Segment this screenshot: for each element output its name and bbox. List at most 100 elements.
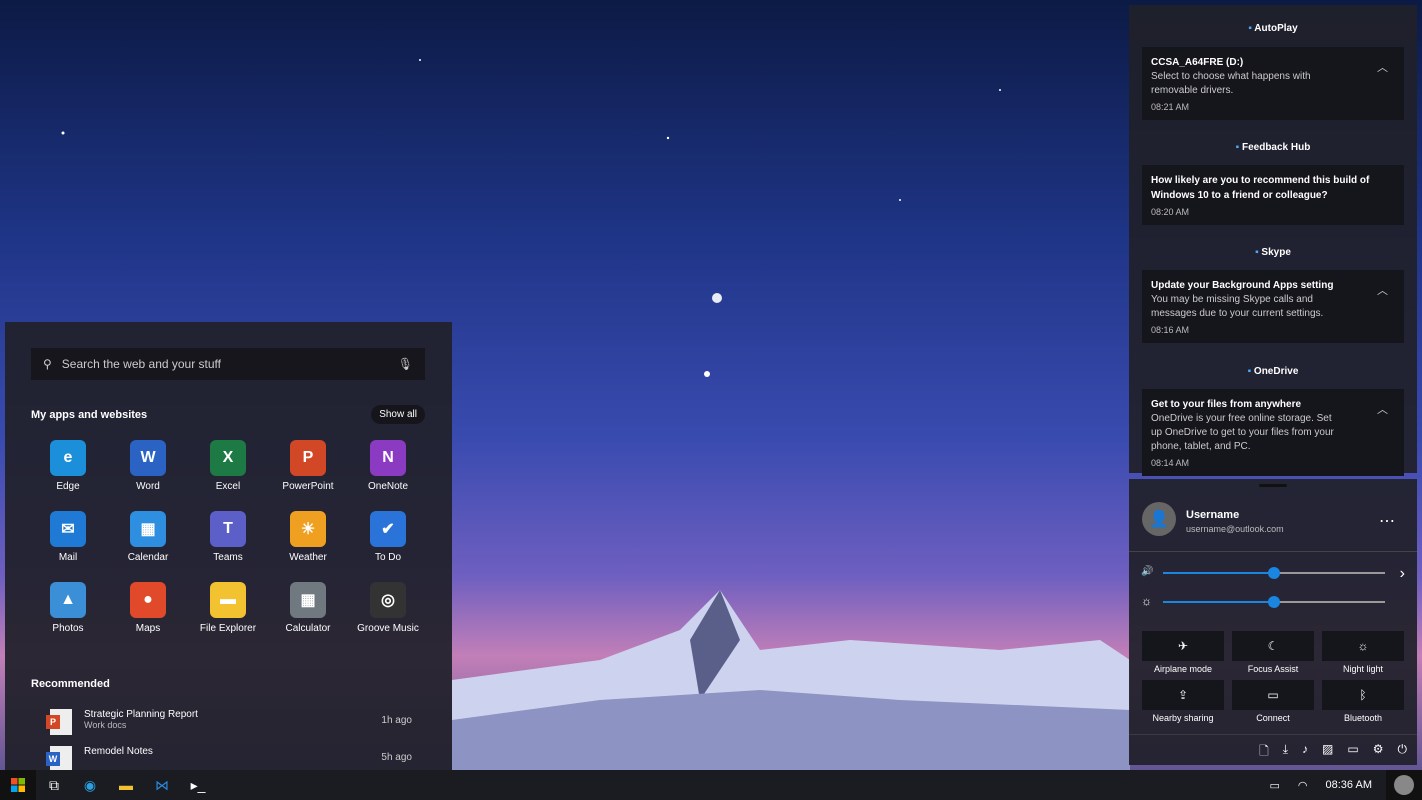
notification-title: Get to your files from anywhere — [1151, 399, 1302, 410]
notification-app-header: ▪ AutoPlay — [1248, 23, 1298, 34]
app-tile[interactable]: W Word — [108, 440, 188, 511]
app-tile[interactable]: N OneNote — [348, 440, 428, 511]
edge-icon[interactable]: ◉ — [72, 770, 108, 800]
app-icon: P — [290, 440, 326, 476]
app-label: Teams — [213, 552, 243, 563]
divider — [1129, 551, 1417, 552]
app-icon: ✔ — [370, 511, 406, 547]
chevron-up-icon[interactable]: ︿ — [1377, 401, 1388, 417]
notification-app-header: ▪ Feedback Hub — [1235, 142, 1311, 153]
app-tile[interactable]: ✉ Mail — [28, 511, 108, 582]
app-label: Weather — [289, 552, 327, 563]
download-icon[interactable]: ⤓ — [1283, 742, 1288, 763]
video-icon[interactable]: ▭ — [1347, 742, 1358, 763]
quick-tile[interactable]: ᛒ — [1322, 680, 1404, 710]
app-tile[interactable]: ▦ Calculator — [268, 582, 348, 653]
microphone-icon[interactable]: 🎙 — [398, 357, 413, 371]
notification-card[interactable]: How likely are you to recommend this bui… — [1142, 165, 1404, 225]
more-options-icon[interactable]: ⋯ — [1379, 511, 1395, 531]
app-icon: ▲ — [50, 582, 86, 618]
drag-handle[interactable] — [1259, 484, 1287, 487]
tile-icon: ▭ — [1267, 688, 1279, 702]
app-icon: ▦ — [130, 511, 166, 547]
notification-body: You may be missing Skype calls and messa… — [1151, 294, 1324, 319]
item-time: 5h ago — [381, 752, 412, 763]
notification-card[interactable]: Get to your files from anywhere OneDrive … — [1142, 389, 1404, 476]
recommended-item[interactable]: W Remodel Notes 5h ago — [46, 746, 412, 772]
tile-label: Bluetooth — [1343, 713, 1383, 723]
app-tile[interactable]: ☀ Weather — [268, 511, 348, 582]
app-tile[interactable]: ▦ Calendar — [108, 511, 188, 582]
chevron-right-icon[interactable]: › — [1400, 565, 1405, 583]
app-icon: N — [370, 440, 406, 476]
quick-tile[interactable]: ☾ — [1232, 631, 1314, 661]
app-tile[interactable]: ▬ File Explorer — [188, 582, 268, 653]
search-input[interactable]: ⚲ Search the web and your stuff 🎙 — [31, 348, 425, 380]
terminal-icon[interactable]: ▸_ — [180, 770, 216, 800]
music-icon[interactable]: ♪ — [1302, 742, 1308, 763]
divider — [1129, 734, 1417, 735]
app-icon: ✉ — [50, 511, 86, 547]
file-explorer-icon[interactable]: ▬ — [108, 770, 144, 800]
app-tile[interactable]: ✔ To Do — [348, 511, 428, 582]
app-tile[interactable]: ◎ Groove Music — [348, 582, 428, 653]
recommended-item[interactable]: P Strategic Planning Report Work docs 1h ag… — [46, 709, 412, 735]
quick-tile[interactable]: ✈ — [1142, 631, 1224, 661]
app-label: Mail — [58, 552, 78, 563]
app-tile[interactable]: X Excel — [188, 440, 268, 511]
notification-title: How likely are you to recommend this bui… — [1151, 175, 1370, 201]
app-icon: e — [50, 440, 86, 476]
search-placeholder: Search the web and your stuff — [61, 357, 222, 371]
notification-card[interactable]: Update your Background Apps setting You m… — [1142, 270, 1404, 343]
notification-body: Select to choose what happens with remov… — [1151, 71, 1311, 96]
clock[interactable]: 08:36 AM — [1326, 779, 1372, 791]
quick-tile[interactable]: ▭ — [1232, 680, 1314, 710]
start-button[interactable] — [0, 770, 36, 800]
app-tile[interactable]: ▲ Photos — [28, 582, 108, 653]
notification-center: ▪ AutoPlay CCSA_A64FRE (D:) Select to choo… — [1129, 5, 1417, 476]
email: username@outlook.com — [1186, 524, 1284, 534]
quick-tile[interactable]: ⇪ — [1142, 680, 1224, 710]
app-tile[interactable]: e Edge — [28, 440, 108, 511]
app-label: Photos — [52, 623, 84, 634]
vscode-icon[interactable]: ⋈ — [144, 770, 180, 800]
settings-icon[interactable]: ⚙ — [1373, 742, 1384, 763]
notification-time: 08:21 AM — [1151, 102, 1190, 112]
brightness-slider[interactable] — [1163, 596, 1385, 608]
notification-title: CCSA_A64FRE (D:) — [1151, 57, 1244, 68]
battery-icon[interactable]: ▭ — [1270, 779, 1280, 792]
app-icon: ◎ — [370, 582, 406, 618]
app-icon: ▬ — [210, 582, 246, 618]
app-tile[interactable]: ● Maps — [108, 582, 188, 653]
app-label: Word — [136, 481, 160, 492]
search-icon: ⚲ — [43, 357, 52, 371]
avatar[interactable]: 👤 — [1142, 502, 1176, 536]
volume-icon: 🔊 — [1141, 566, 1154, 577]
user-avatar-button[interactable] — [1386, 770, 1422, 800]
notification-card[interactable]: CCSA_A64FRE (D:) Select to choose what ha… — [1142, 47, 1404, 120]
show-all-button[interactable]: Show all — [371, 405, 425, 424]
app-icon: T — [210, 511, 246, 547]
app-label: Calculator — [285, 623, 331, 634]
tile-label: Connect — [1256, 713, 1290, 723]
quick-tile[interactable]: ☼ — [1322, 631, 1404, 661]
chevron-up-icon[interactable]: ︿ — [1377, 59, 1388, 75]
item-time: 1h ago — [381, 715, 412, 726]
wifi-icon[interactable]: ◠ — [1298, 779, 1308, 792]
document-icon[interactable]: 🗋 — [1259, 742, 1269, 763]
notification-body: OneDrive is your free online storage. Se… — [1151, 413, 1334, 452]
tile-label: Airplane mode — [1153, 664, 1213, 674]
notification-time: 08:16 AM — [1151, 325, 1190, 335]
app-icon: ☀ — [290, 511, 326, 547]
tile-label: Nearby sharing — [1152, 713, 1214, 723]
task-view-icon[interactable]: ⧉ — [36, 770, 72, 800]
app-tile[interactable]: T Teams — [188, 511, 268, 582]
power-icon[interactable]: ⏻ — [1398, 742, 1408, 763]
pictures-icon[interactable]: ▨ — [1322, 742, 1333, 763]
notification-title: Update your Background Apps setting — [1151, 280, 1334, 291]
app-label: File Explorer — [199, 623, 257, 634]
app-tile[interactable]: P PowerPoint — [268, 440, 348, 511]
notification-app-header: ▪ OneDrive — [1247, 366, 1299, 377]
volume-slider[interactable] — [1163, 567, 1385, 579]
chevron-up-icon[interactable]: ︿ — [1377, 282, 1388, 298]
